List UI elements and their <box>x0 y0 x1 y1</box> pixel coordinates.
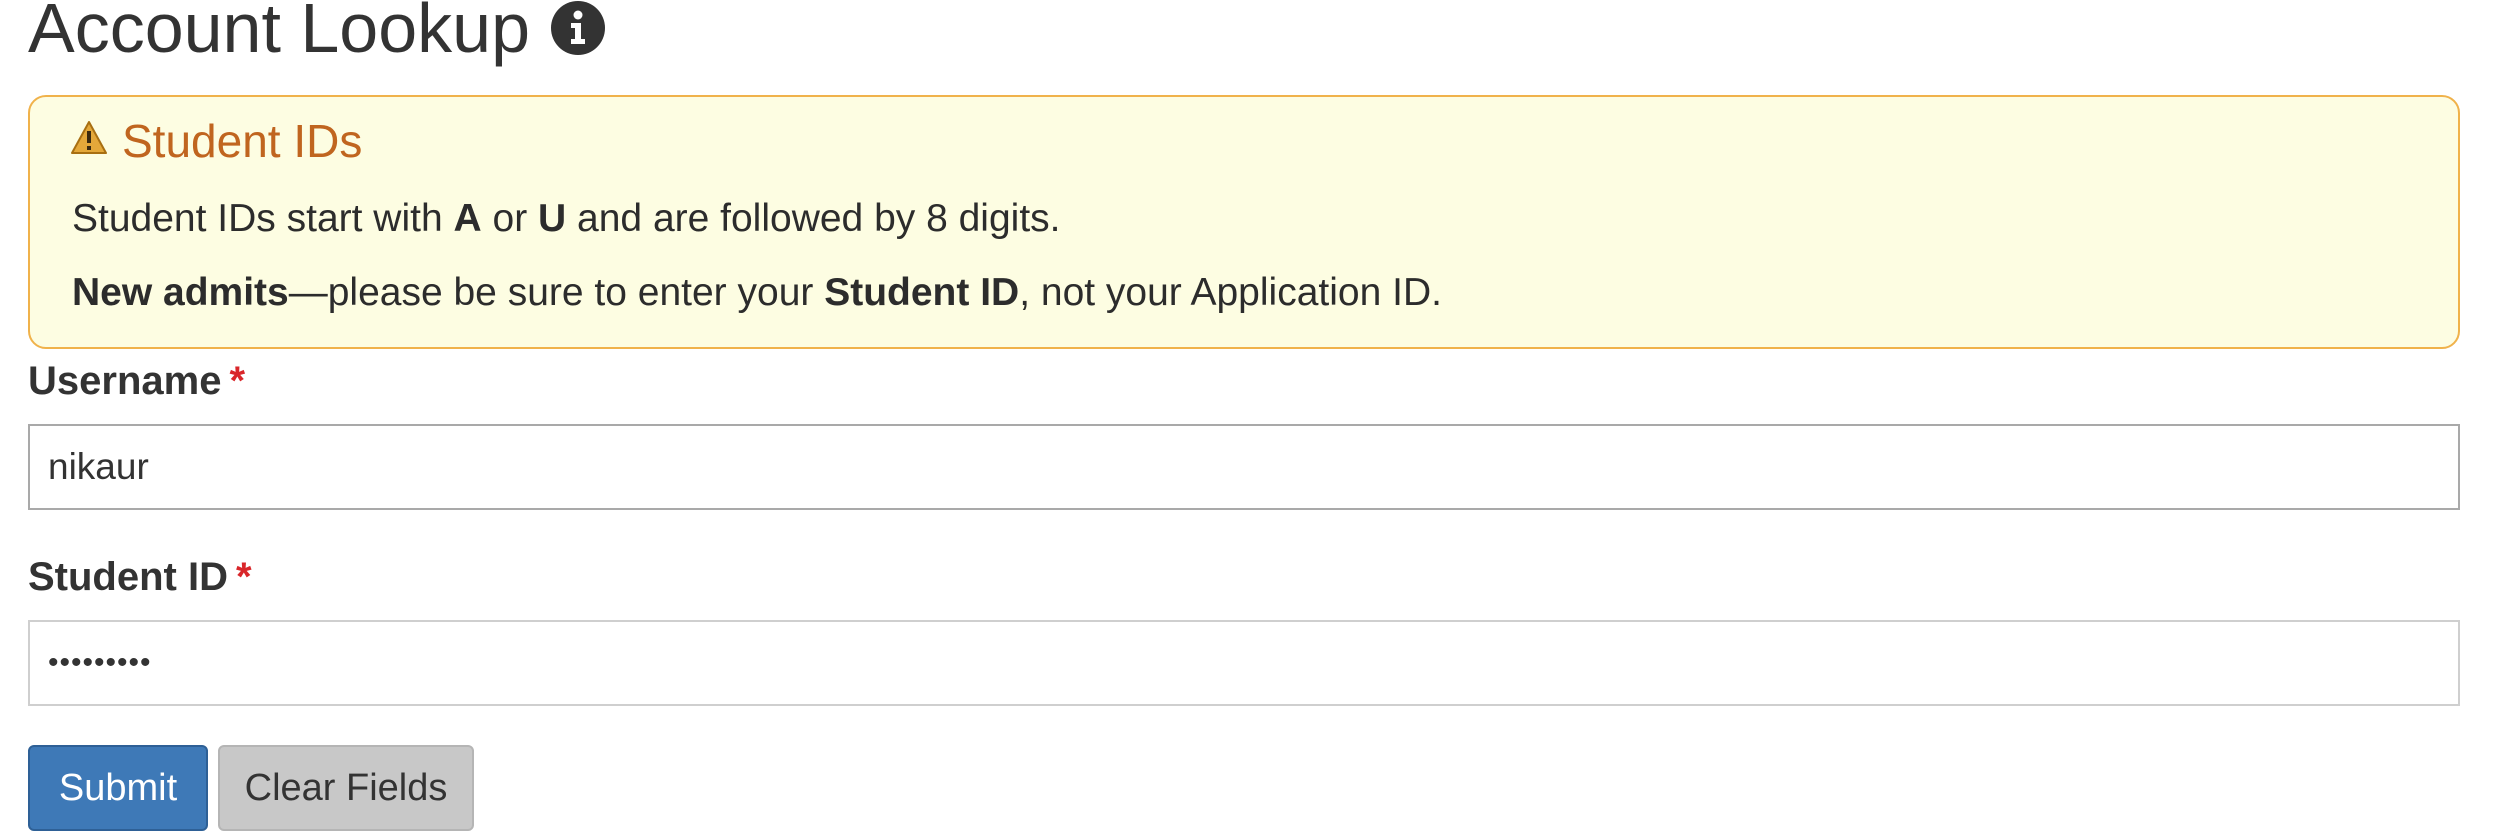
username-input[interactable] <box>28 424 2460 510</box>
username-label: Username * <box>28 359 246 403</box>
required-indicator: * <box>229 359 246 403</box>
submit-button[interactable]: Submit <box>28 745 208 831</box>
required-indicator: * <box>235 555 252 599</box>
student-ids-alert: Student IDs Student IDs start with A or … <box>28 95 2460 349</box>
info-circle-icon[interactable] <box>550 0 606 56</box>
account-lookup-page: Account Lookup Student IDs Student IDs s… <box>0 0 2520 840</box>
alert-new-admits-text: New admits—please be sure to enter your … <box>72 271 1442 314</box>
alert-title: Student IDs <box>122 115 363 167</box>
alert-id-format-text: Student IDs start with A or U and are fo… <box>72 197 1061 240</box>
student-id-label: Student ID * <box>28 555 252 599</box>
student-id-input[interactable] <box>28 620 2460 706</box>
alert-heading: Student IDs <box>70 111 362 171</box>
page-header: Account Lookup <box>28 0 606 70</box>
clear-fields-button[interactable]: Clear Fields <box>218 745 474 831</box>
page-title: Account Lookup <box>28 0 531 67</box>
warning-triangle-icon <box>70 120 108 156</box>
